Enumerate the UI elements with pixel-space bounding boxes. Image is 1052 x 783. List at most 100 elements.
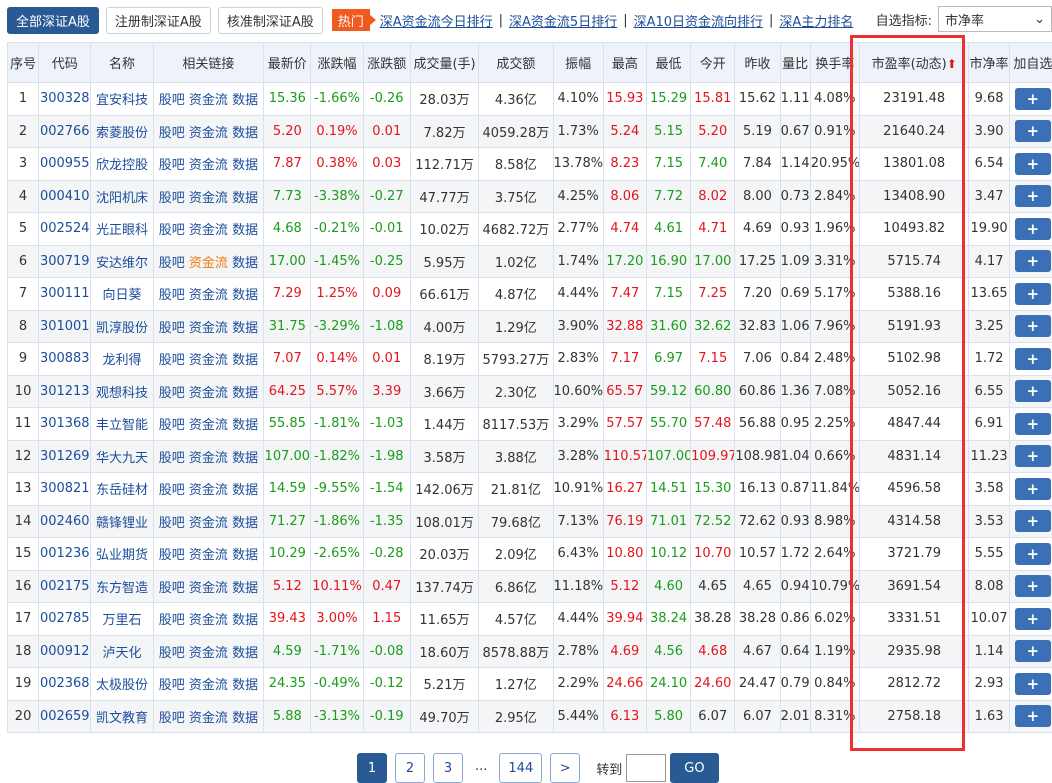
add-watchlist-button[interactable]: + — [1015, 283, 1051, 305]
fund-flow-link[interactable]: 资金流 — [189, 418, 228, 433]
stock-code-link[interactable]: 002175 — [39, 570, 91, 603]
stock-code-link[interactable]: 301368 — [39, 408, 91, 441]
fund-flow-link[interactable]: 资金流 — [189, 678, 228, 693]
stock-code-link[interactable]: 002524 — [39, 213, 91, 246]
data-link[interactable]: 数据 — [232, 158, 258, 173]
guba-link[interactable]: 股吧 — [159, 483, 185, 498]
column-header[interactable]: 涨跌幅 — [311, 43, 363, 83]
stock-code-link[interactable]: 002766 — [39, 115, 91, 148]
guba-link[interactable]: 股吧 — [159, 613, 185, 628]
column-header[interactable]: 振幅 — [553, 43, 603, 83]
link-flow-5day[interactable]: 深A资金流5日排行 — [509, 11, 617, 30]
guba-link[interactable]: 股吧 — [159, 288, 185, 303]
link-flow-10day[interactable]: 深A10日资金流向排行 — [634, 11, 763, 30]
goto-page-input[interactable] — [626, 754, 666, 782]
tab-registered-sz-a[interactable]: 注册制深证A股 — [106, 7, 211, 34]
stock-code-link[interactable]: 301001 — [39, 310, 91, 343]
stock-name-link[interactable]: 东方智造 — [91, 570, 153, 603]
stock-code-link[interactable]: 000912 — [39, 635, 91, 668]
data-link[interactable]: 数据 — [232, 256, 258, 271]
column-header[interactable]: 最低 — [646, 43, 690, 83]
column-header[interactable]: 成交量(手) — [410, 43, 478, 83]
guba-link[interactable]: 股吧 — [159, 711, 185, 726]
stock-name-link[interactable]: 弘业期货 — [91, 538, 153, 571]
stock-code-link[interactable]: 301213 — [39, 375, 91, 408]
data-link[interactable]: 数据 — [232, 93, 258, 108]
column-header[interactable]: 市净率 — [969, 43, 1009, 83]
data-link[interactable]: 数据 — [232, 646, 258, 661]
column-header[interactable]: 量比 — [780, 43, 810, 83]
stock-code-link[interactable]: 300719 — [39, 245, 91, 278]
guba-link[interactable]: 股吧 — [159, 158, 185, 173]
page-1[interactable]: 1 — [357, 753, 387, 783]
stock-name-link[interactable]: 索菱股份 — [91, 115, 153, 148]
add-watchlist-button[interactable]: + — [1015, 88, 1051, 110]
guba-link[interactable]: 股吧 — [159, 581, 185, 596]
guba-link[interactable]: 股吧 — [159, 353, 185, 368]
fund-flow-link[interactable]: 资金流 — [189, 711, 228, 726]
stock-name-link[interactable]: 华大九天 — [91, 440, 153, 473]
stock-name-link[interactable]: 万里石 — [91, 603, 153, 636]
stock-name-link[interactable]: 安达维尔 — [91, 245, 153, 278]
guba-link[interactable]: 股吧 — [159, 548, 185, 563]
stock-name-link[interactable]: 向日葵 — [91, 278, 153, 311]
stock-code-link[interactable]: 300883 — [39, 343, 91, 376]
page-2[interactable]: 2 — [395, 753, 425, 783]
fund-flow-link[interactable]: 资金流 — [189, 93, 228, 108]
fund-flow-link[interactable]: 资金流 — [189, 646, 228, 661]
stock-name-link[interactable]: 太极股份 — [91, 668, 153, 701]
fund-flow-link[interactable]: 资金流 — [189, 451, 228, 466]
stock-code-link[interactable]: 000955 — [39, 148, 91, 181]
fund-flow-link[interactable]: 资金流 — [189, 516, 228, 531]
stock-name-link[interactable]: 凯淳股份 — [91, 310, 153, 343]
data-link[interactable]: 数据 — [232, 678, 258, 693]
data-link[interactable]: 数据 — [232, 581, 258, 596]
add-watchlist-button[interactable]: + — [1015, 153, 1051, 175]
column-header[interactable]: 昨收 — [735, 43, 780, 83]
guba-link[interactable]: 股吧 — [159, 321, 185, 336]
fund-flow-link[interactable]: 资金流 — [189, 613, 228, 628]
stock-code-link[interactable]: 001236 — [39, 538, 91, 571]
add-watchlist-button[interactable]: + — [1015, 575, 1051, 597]
stock-code-link[interactable]: 300111 — [39, 278, 91, 311]
guba-link[interactable]: 股吧 — [159, 516, 185, 531]
data-link[interactable]: 数据 — [232, 288, 258, 303]
fund-flow-link[interactable]: 资金流 — [189, 581, 228, 596]
guba-link[interactable]: 股吧 — [159, 93, 185, 108]
indicator-select[interactable]: 市净率⌄ — [938, 6, 1052, 32]
stock-name-link[interactable]: 赣锋锂业 — [91, 505, 153, 538]
stock-code-link[interactable]: 002460 — [39, 505, 91, 538]
page-3[interactable]: 3 — [433, 753, 463, 783]
column-header[interactable]: 成交额 — [479, 43, 553, 83]
column-header[interactable]: 涨跌额 — [363, 43, 410, 83]
fund-flow-link[interactable]: 资金流 — [189, 288, 228, 303]
tab-all-sz-a[interactable]: 全部深证A股 — [7, 7, 99, 34]
data-link[interactable]: 数据 — [232, 321, 258, 336]
stock-code-link[interactable]: 300821 — [39, 473, 91, 506]
column-header[interactable]: 今开 — [691, 43, 735, 83]
go-button[interactable]: GO — [670, 753, 718, 783]
guba-link[interactable]: 股吧 — [159, 646, 185, 661]
add-watchlist-button[interactable]: + — [1015, 413, 1051, 435]
add-watchlist-button[interactable]: + — [1015, 120, 1051, 142]
fund-flow-link[interactable]: 资金流 — [189, 126, 228, 141]
guba-link[interactable]: 股吧 — [159, 678, 185, 693]
data-link[interactable]: 数据 — [232, 548, 258, 563]
add-watchlist-button[interactable]: + — [1015, 673, 1051, 695]
fund-flow-link[interactable]: 资金流 — [189, 353, 228, 368]
link-flow-today[interactable]: 深A资金流今日排行 — [380, 11, 493, 30]
add-watchlist-button[interactable]: + — [1015, 543, 1051, 565]
stock-code-link[interactable]: 000410 — [39, 180, 91, 213]
stock-code-link[interactable]: 002785 — [39, 603, 91, 636]
data-link[interactable]: 数据 — [232, 483, 258, 498]
guba-link[interactable]: 股吧 — [159, 126, 185, 141]
column-header[interactable]: 最高 — [603, 43, 646, 83]
column-header[interactable]: 市盈率(动态)⬆ — [859, 43, 969, 83]
data-link[interactable]: 数据 — [232, 353, 258, 368]
fund-flow-link[interactable]: 资金流 — [189, 483, 228, 498]
guba-link[interactable]: 股吧 — [159, 223, 185, 238]
data-link[interactable]: 数据 — [232, 613, 258, 628]
data-link[interactable]: 数据 — [232, 451, 258, 466]
link-main-rank[interactable]: 深A主力排名 — [779, 11, 853, 30]
stock-name-link[interactable]: 宜安科技 — [91, 83, 153, 116]
